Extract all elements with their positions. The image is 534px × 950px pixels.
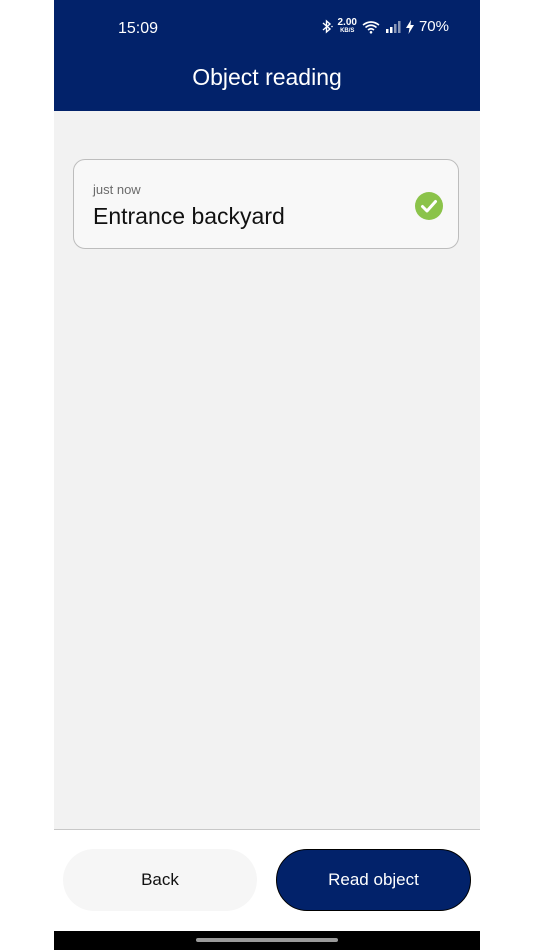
status-bar: 15:09 2.00 KB/S 70% bbox=[54, 0, 480, 56]
network-speed: 2.00 KB/S bbox=[337, 16, 357, 35]
reading-card[interactable]: just now Entrance backyard bbox=[73, 159, 459, 249]
network-speed-unit: KB/S bbox=[340, 27, 355, 34]
back-button[interactable]: Back bbox=[63, 849, 257, 911]
check-circle-icon bbox=[415, 192, 443, 220]
bluetooth-icon bbox=[321, 19, 333, 34]
app-header: 15:09 2.00 KB/S 70% Object reading bbox=[54, 0, 480, 111]
page-title: Object reading bbox=[192, 64, 342, 90]
status-time: 15:09 bbox=[118, 20, 159, 37]
status-icons: 2.00 KB/S 70% bbox=[321, 16, 449, 35]
system-nav-bar bbox=[54, 931, 480, 950]
read-object-button[interactable]: Read object bbox=[276, 849, 471, 911]
reading-time: just now bbox=[93, 182, 141, 197]
footer-actions: Back Read object bbox=[54, 830, 480, 931]
charging-icon bbox=[405, 19, 414, 34]
signal-icon bbox=[385, 20, 401, 33]
network-speed-value: 2.00 bbox=[337, 16, 357, 28]
app-screen: 15:09 2.00 KB/S 70% Object reading just … bbox=[54, 0, 480, 950]
battery-percent: 70% bbox=[418, 18, 449, 35]
home-gesture-handle[interactable] bbox=[196, 938, 338, 942]
wifi-icon bbox=[362, 20, 380, 34]
reading-object-name: Entrance backyard bbox=[93, 203, 285, 229]
